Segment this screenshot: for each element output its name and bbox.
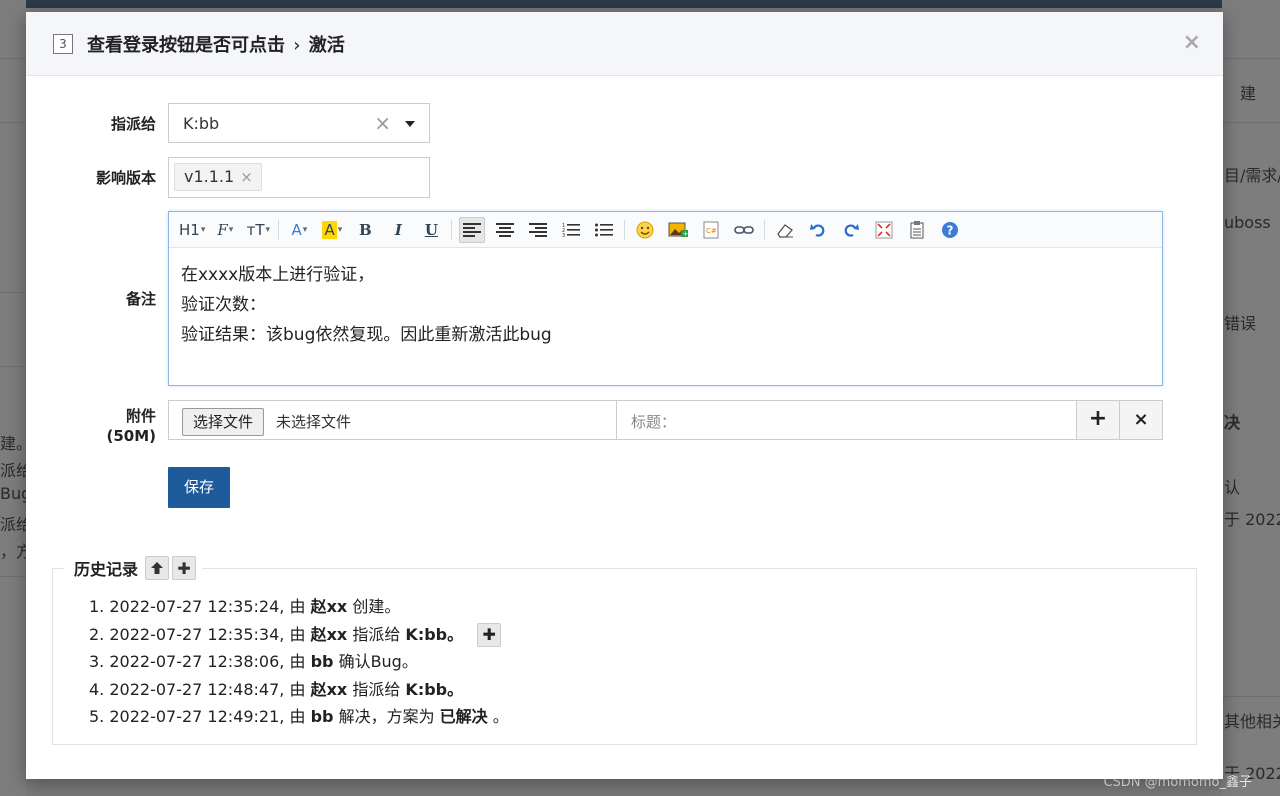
action-title: 激活 xyxy=(308,35,345,56)
no-file-text: 未选择文件 xyxy=(276,413,352,431)
editor-toolbar: H1 ▾ F ▾ тT ▾ A ▾ A ▾ B I U 123 + C# ? xyxy=(169,212,1162,248)
undo-icon[interactable] xyxy=(805,217,831,243)
background-right-panel: 建 目/需求/任 uboss 错误 决 认 于 2022 其他相关 于 2022 xyxy=(1222,0,1280,796)
code-icon[interactable]: C# xyxy=(698,217,724,243)
history-item: 1. 2022-07-27 12:35:24, 由 赵xx 创建。 xyxy=(89,597,401,616)
link-icon[interactable] xyxy=(731,217,757,243)
comment-editor[interactable]: H1 ▾ F ▾ тT ▾ A ▾ A ▾ B I U 123 + C# ? 在… xyxy=(168,211,1163,386)
modal-header: 3 查看登录按钮是否可点击 › 激活 × xyxy=(26,12,1223,76)
assign-select[interactable]: K:bb × xyxy=(168,103,430,143)
bug-title: 查看登录按钮是否可点击 xyxy=(87,35,285,56)
version-label: 影响版本 xyxy=(95,169,156,187)
history-item: 4. 2022-07-27 12:48:47, 由 赵xx 指派给 K:bb。 xyxy=(89,679,464,699)
image-icon[interactable]: + xyxy=(665,217,691,243)
svg-text:?: ? xyxy=(947,223,954,237)
history-item: 3. 2022-07-27 12:38:06, 由 bb 确认Bug。 xyxy=(89,652,418,671)
align-center-icon[interactable] xyxy=(492,217,518,243)
close-icon[interactable]: × xyxy=(1183,30,1201,55)
background-text: 建 xyxy=(1240,84,1257,103)
caret-down-icon[interactable] xyxy=(405,121,415,127)
comment-label: 备注 xyxy=(125,290,156,308)
history-item: 2. 2022-07-27 12:35:34, 由 赵xx 指派给 K:bb。 ✚ xyxy=(89,621,509,649)
add-file-button[interactable]: + xyxy=(1076,401,1119,439)
version-multiselect[interactable]: v1.1.1 × xyxy=(168,157,430,198)
bug-id-badge: 3 xyxy=(53,34,73,54)
arrow-up-icon[interactable] xyxy=(145,556,170,580)
svg-text:3: 3 xyxy=(562,233,565,238)
choose-file-button[interactable]: 选择文件 xyxy=(182,408,265,436)
comment-line: 验证次数： xyxy=(181,295,266,315)
comment-line: 在xxxx版本上进行验证， xyxy=(181,265,375,285)
help-icon[interactable]: ? xyxy=(937,217,963,243)
fullscreen-icon[interactable] xyxy=(871,217,897,243)
svg-text:C#: C# xyxy=(706,227,717,235)
attach-label: 附件 (50M) xyxy=(106,407,156,445)
emoji-icon[interactable] xyxy=(632,217,658,243)
activate-bug-modal: 3 查看登录按钮是否可点击 › 激活 × 指派给 K:bb × 影响版本 v1.… xyxy=(26,12,1223,779)
align-left-icon[interactable] xyxy=(459,216,486,243)
attachment-row: 选择文件 未选择文件 标题： + × xyxy=(168,400,1163,440)
expand-plus-icon[interactable]: ✚ xyxy=(477,623,502,647)
assign-value: K:bb xyxy=(183,114,220,133)
history-item: 5. 2022-07-27 12:49:21, 由 bb 解决，方案为 已解决 … xyxy=(89,707,509,726)
italic-button[interactable]: I xyxy=(385,217,411,243)
heading-button[interactable]: H1 ▾ xyxy=(179,217,205,243)
history-list: 1. 2022-07-27 12:35:24, 由 赵xx 创建。 2. 202… xyxy=(89,593,509,731)
font-family-button[interactable]: F ▾ xyxy=(212,217,238,243)
svg-text:+: + xyxy=(683,230,689,238)
plus-icon[interactable]: ✚ xyxy=(172,556,197,580)
background-text: 决 xyxy=(1224,413,1241,432)
eraser-icon[interactable] xyxy=(772,217,798,243)
font-size-button[interactable]: тT ▾ xyxy=(245,217,271,243)
assign-label: 指派给 xyxy=(110,115,156,133)
editor-content[interactable]: 在xxxx版本上进行验证， 验证次数： 验证结果：该bug依然复现。因此重新激活… xyxy=(169,248,1162,362)
version-tag-label: v1.1.1 xyxy=(184,167,235,186)
version-tag: v1.1.1 × xyxy=(174,163,262,191)
background-text: uboss xyxy=(1224,213,1271,232)
font-color-button[interactable]: A ▾ xyxy=(286,217,312,243)
chevron-right-icon: › xyxy=(293,35,301,56)
background-text: 认 xyxy=(1224,478,1241,497)
background-text: 于 2022 xyxy=(1224,510,1280,529)
background-text: 错误 xyxy=(1224,314,1257,333)
background-left-panel: 建。 派给 Bug 派给 ，方 xyxy=(0,0,32,796)
history-title: 历史记录 xyxy=(74,560,139,579)
background-text: 其他相关 xyxy=(1224,712,1280,731)
bold-button[interactable]: B xyxy=(352,217,378,243)
paste-icon[interactable] xyxy=(904,217,930,243)
background-topbar xyxy=(0,0,1280,8)
comment-line: 验证结果：该bug依然复现。因此重新激活此bug xyxy=(181,325,552,345)
background-color-button[interactable]: A ▾ xyxy=(319,217,345,243)
ordered-list-icon[interactable]: 123 xyxy=(558,217,584,243)
redo-icon[interactable] xyxy=(838,217,864,243)
history-panel: 1. 2022-07-27 12:35:24, 由 赵xx 创建。 2. 202… xyxy=(52,568,1197,745)
modal-title: 查看登录按钮是否可点击 › 激活 xyxy=(87,31,345,57)
clear-icon[interactable]: × xyxy=(374,111,391,135)
remove-file-button[interactable]: × xyxy=(1119,401,1162,439)
align-right-icon[interactable] xyxy=(525,217,551,243)
save-button[interactable]: 保存 xyxy=(168,467,230,508)
underline-button[interactable]: U xyxy=(418,217,444,243)
history-header: 历史记录 ✚ xyxy=(64,553,203,583)
file-title-input[interactable]: 标题： xyxy=(616,401,1076,439)
background-text: 目/需求/任 xyxy=(1224,166,1280,185)
remove-tag-icon[interactable]: × xyxy=(240,168,253,186)
unordered-list-icon[interactable] xyxy=(591,217,617,243)
